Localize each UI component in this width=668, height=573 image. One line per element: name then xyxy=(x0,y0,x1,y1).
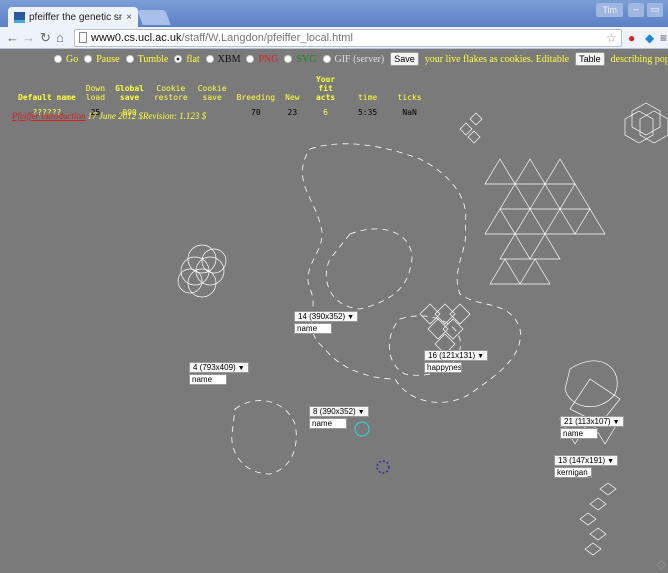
population-select-label: 14 (390x352) xyxy=(298,312,346,321)
population-name-field[interactable]: name xyxy=(294,323,332,334)
population-select[interactable]: 13 (147x191) ▼ xyxy=(554,455,619,466)
url-path: /staff/W.Langdon/pfeiffer_local.html xyxy=(181,32,353,44)
resize-corner-icon[interactable]: ◇ xyxy=(657,557,666,571)
population-name-field[interactable]: name xyxy=(309,418,347,429)
url-host: www0.cs.ucl.ac.uk xyxy=(91,32,182,44)
population-select[interactable]: 8 (390x352) ▼ xyxy=(309,406,369,417)
population-select-label: 4 (793x409) xyxy=(193,363,236,372)
address-bar[interactable]: www0.cs.ucl.ac.uk/staff/W.Langdon/pfeiff… xyxy=(74,29,622,47)
population-14: 14 (390x352) ▼ name xyxy=(294,311,359,334)
chevron-down-icon: ▼ xyxy=(477,353,485,360)
flake-circle-cluster xyxy=(177,244,227,298)
new-tab-button[interactable] xyxy=(137,10,171,25)
forward-icon[interactable]: → xyxy=(22,30,35,46)
chevron-down-icon: ▼ xyxy=(357,409,365,416)
population-select[interactable]: 21 (113x107) ▼ xyxy=(560,416,624,427)
population-name-field[interactable]: name xyxy=(189,374,227,385)
reload-icon[interactable]: ↻ xyxy=(40,30,51,46)
chevron-down-icon: ▼ xyxy=(612,419,620,426)
population-16: 16 (121x131) ▼ happyness xyxy=(424,350,489,373)
extension-blue-icon[interactable]: ◆ xyxy=(645,31,654,45)
population-select[interactable]: 16 (121x131) ▼ xyxy=(424,350,489,361)
population-4: 4 (793x409) ▼ name xyxy=(189,362,249,385)
back-icon[interactable]: ← xyxy=(6,30,19,46)
population-select-label: 21 (113x107) xyxy=(564,417,611,426)
page-favicon-icon xyxy=(14,11,25,23)
star-icon[interactable]: ☆ xyxy=(606,31,617,45)
population-select-label: 16 (121x131) xyxy=(428,351,476,360)
browser-titlebar: pfeiffer the genetic snov × Tim – ▭ xyxy=(0,0,668,27)
population-13: 13 (147x191)▼ kernigan_w xyxy=(554,455,619,478)
flake-outline-left xyxy=(231,400,297,475)
profile-badge[interactable]: Tim xyxy=(596,3,623,17)
population-select[interactable]: 4 (793x409) ▼ xyxy=(189,362,249,373)
page-icon xyxy=(79,32,87,43)
restore-icon[interactable]: ▭ xyxy=(647,3,663,17)
population-name-field[interactable]: happyness xyxy=(424,362,462,373)
population-8: 8 (390x352) ▼ name xyxy=(309,406,369,429)
menu-icon[interactable]: ≡ xyxy=(660,31,667,45)
minimize-icon[interactable]: – xyxy=(628,3,644,17)
chevron-down-icon: ▼ xyxy=(237,365,245,372)
flake-blue xyxy=(376,460,390,474)
population-name-field[interactable]: name xyxy=(560,428,598,439)
flake-outline-middle xyxy=(326,228,413,310)
tab-title: pfeiffer the genetic snov xyxy=(29,11,123,23)
tab-close-icon[interactable]: × xyxy=(126,12,132,23)
population-select-label: 8 (390x352) xyxy=(313,407,356,416)
browser-tab[interactable]: pfeiffer the genetic snov × xyxy=(8,7,138,27)
flake-lattice-center xyxy=(419,303,471,355)
population-select-label: 13 (147x191) xyxy=(558,456,606,465)
browser-toolbar: ← → ↻ ⌂ www0.cs.ucl.ac.uk/staff/W.Langdo… xyxy=(0,27,668,49)
flake-triangle-cluster xyxy=(484,158,606,285)
population-name-field[interactable]: kernigan_w xyxy=(554,467,592,478)
flake-hex-topright xyxy=(624,102,668,144)
chevron-down-icon: ▼ xyxy=(607,458,615,465)
extension-icon[interactable]: ● xyxy=(628,31,635,45)
flake-chain-bottomright xyxy=(579,482,617,556)
page-canvas: Go Pause Tumble flat XBM PNG SVG GIF (se… xyxy=(0,49,668,573)
flake-small-top xyxy=(459,112,483,144)
chevron-down-icon: ▼ xyxy=(347,314,355,321)
population-select[interactable]: 14 (390x352) ▼ xyxy=(294,311,359,322)
home-icon[interactable]: ⌂ xyxy=(56,30,64,46)
population-21: 21 (113x107) ▼ name xyxy=(560,416,624,439)
